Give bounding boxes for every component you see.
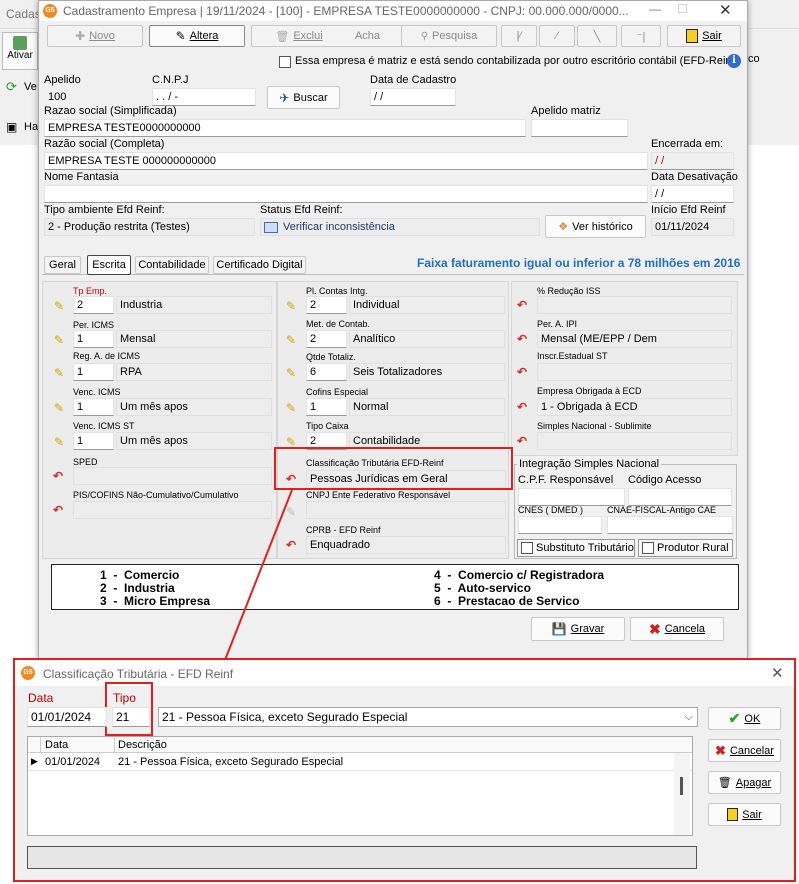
dialog-grid: Data Descrição ▶ 01/01/2024 21 - Pessoa …: [27, 736, 693, 836]
row-data: 01/01/2024: [45, 756, 101, 768]
chevron-down-icon[interactable]: ⌵: [685, 708, 693, 726]
row-pointer-icon: ▶: [31, 756, 38, 766]
grid-header-descricao[interactable]: Descrição: [118, 739, 167, 751]
dialog-close-icon[interactable]: ✕: [771, 664, 784, 682]
trash-icon: 🗑: [717, 777, 732, 789]
scrollbar-thumb[interactable]: [680, 777, 683, 795]
app-logo-icon: G5: [21, 666, 35, 680]
classificacao-dialog: G5 Classificação Tributária - EFD Reinf …: [13, 658, 796, 882]
grid-header: Data Descrição: [28, 737, 692, 753]
dialog-apagar-button[interactable]: 🗑 Apagar: [708, 771, 781, 794]
dialog-sair-button[interactable]: Sair: [708, 803, 781, 826]
cancel-x-icon: ✖: [715, 742, 726, 758]
dialog-tipo-field[interactable]: 21: [112, 707, 150, 727]
dialog-tipo-combo[interactable]: 21 - Pessoa Física, exceto Segurado Espe…: [158, 707, 698, 727]
table-row[interactable]: ▶ 01/01/2024 21 - Pessoa Física, exceto …: [28, 754, 692, 771]
dialog-ok-button[interactable]: ✔ OK: [708, 707, 781, 730]
exit-door-icon: [727, 808, 739, 821]
grid-header-data[interactable]: Data: [45, 739, 68, 751]
dialog-status-bar: [27, 846, 697, 869]
dialog-title: Classificação Tributária - EFD Reinf: [43, 667, 234, 681]
grid-scrollbar[interactable]: [674, 753, 690, 835]
dialog-cancelar-button[interactable]: ✖ Cancelar: [708, 739, 781, 762]
dialog-data-field[interactable]: 01/01/2024: [27, 707, 107, 727]
checkmark-icon: ✔: [728, 710, 741, 726]
dialog-tipo-label: Tipo: [113, 691, 136, 705]
dialog-data-label: Data: [28, 691, 54, 705]
row-descricao: 21 - Pessoa Física, exceto Segurado Espe…: [118, 756, 344, 768]
